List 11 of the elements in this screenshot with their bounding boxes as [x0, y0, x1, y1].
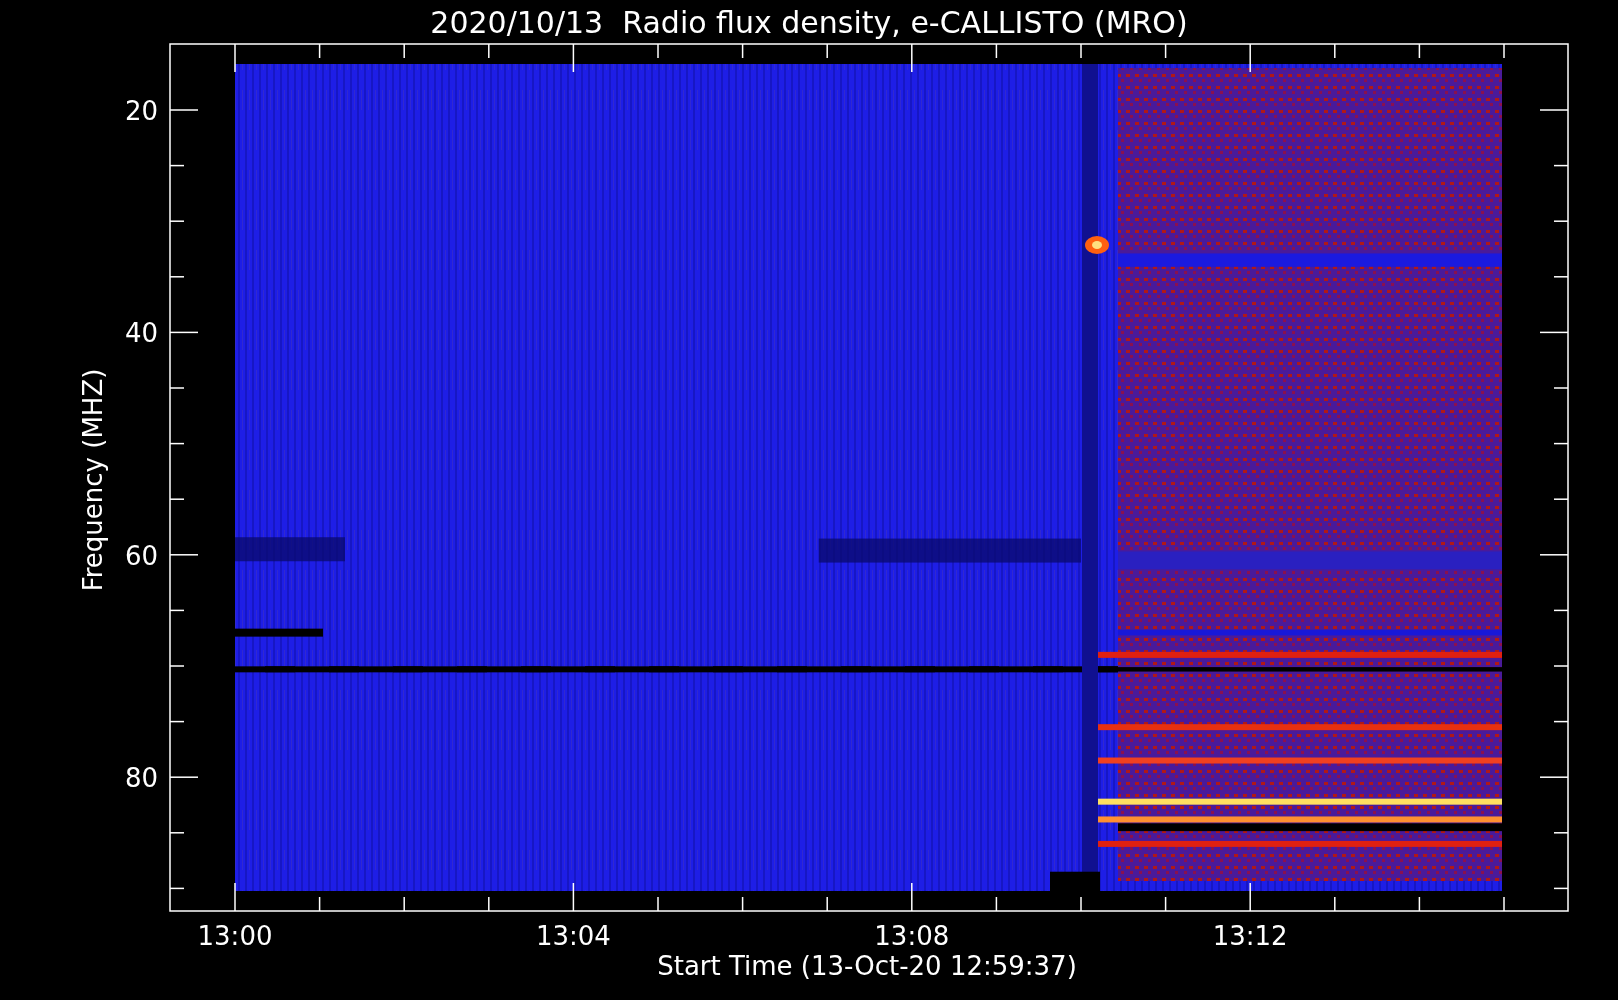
x-tick-label: 13:04 [535, 921, 611, 951]
x-axis-title: Start Time (13-Oct-20 12:59:37) [657, 951, 1077, 981]
y-axis-title: Frequency (MHZ) [78, 368, 108, 592]
y-tick-label: 40 [124, 318, 158, 349]
x-tick-label: 13:08 [874, 921, 950, 951]
y-tick-label: 60 [124, 540, 158, 571]
y-tick-label: 20 [124, 96, 158, 126]
x-tick-label: 13:00 [197, 921, 273, 951]
x-tick-label: 13:12 [1212, 921, 1288, 951]
y-tick-label: 80 [124, 763, 158, 794]
chart-title: 2020/10/13 Radio flux density, e-CALLISTO (MRO) [430, 5, 1188, 40]
